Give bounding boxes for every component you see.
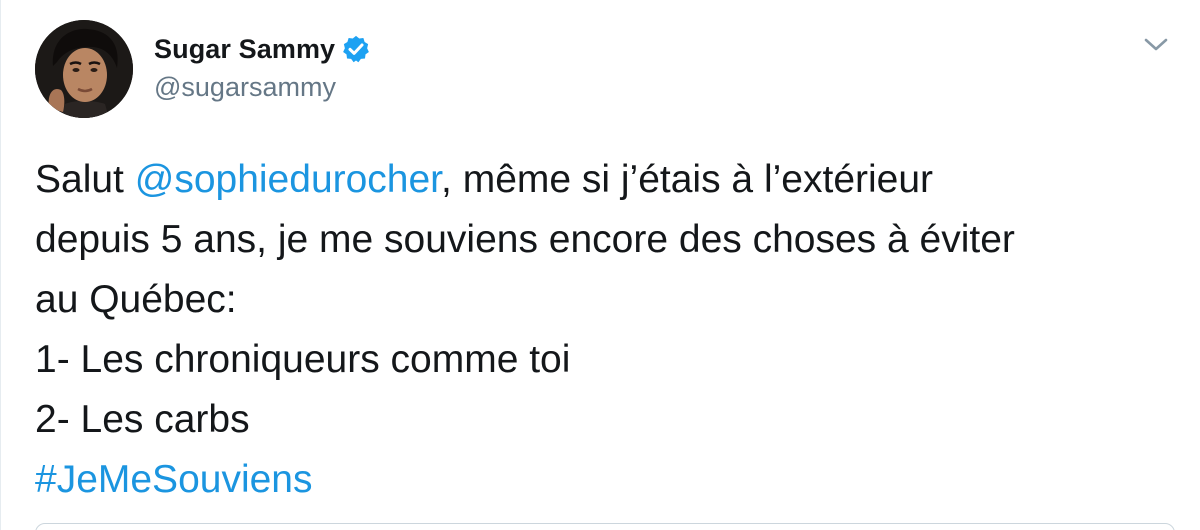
tweet-line-1: Salut @sophiedurocher, même si j’étais à…	[35, 150, 1175, 210]
verified-badge-icon	[343, 35, 370, 63]
mention-link[interactable]: @sophiedurocher	[135, 158, 441, 201]
tweet-text-segment: Salut	[35, 158, 135, 201]
display-name[interactable]: Sugar Sammy	[154, 34, 335, 65]
tweet-line-3: au Québec:	[35, 278, 237, 321]
quoted-card-edge[interactable]	[35, 523, 1175, 530]
tweet-line-4: 1- Les chroniqueurs comme toi	[35, 338, 571, 381]
tweet-text: Salut @sophiedurocher, même si j’étais à…	[35, 150, 1175, 510]
tweet-text-segment: , même si j’étais à l’extérieur	[441, 158, 934, 201]
profile-photo-icon	[35, 20, 133, 118]
avatar[interactable]	[35, 20, 133, 118]
tweet-card: Sugar Sammy @sugarsammy Salut @sophiedur…	[0, 0, 1200, 530]
hashtag-link[interactable]: #JeMeSouviens	[35, 458, 313, 501]
tweet-line-5: 2- Les carbs	[35, 398, 250, 441]
user-name-row: Sugar Sammy	[154, 31, 371, 67]
chevron-down-icon[interactable]	[1141, 32, 1171, 56]
user-handle[interactable]: @sugarsammy	[154, 72, 336, 103]
tweet-line-6: #JeMeSouviens	[35, 450, 1175, 510]
tweet-line-2: depuis 5 ans, je me souviens encore des …	[35, 218, 1015, 261]
